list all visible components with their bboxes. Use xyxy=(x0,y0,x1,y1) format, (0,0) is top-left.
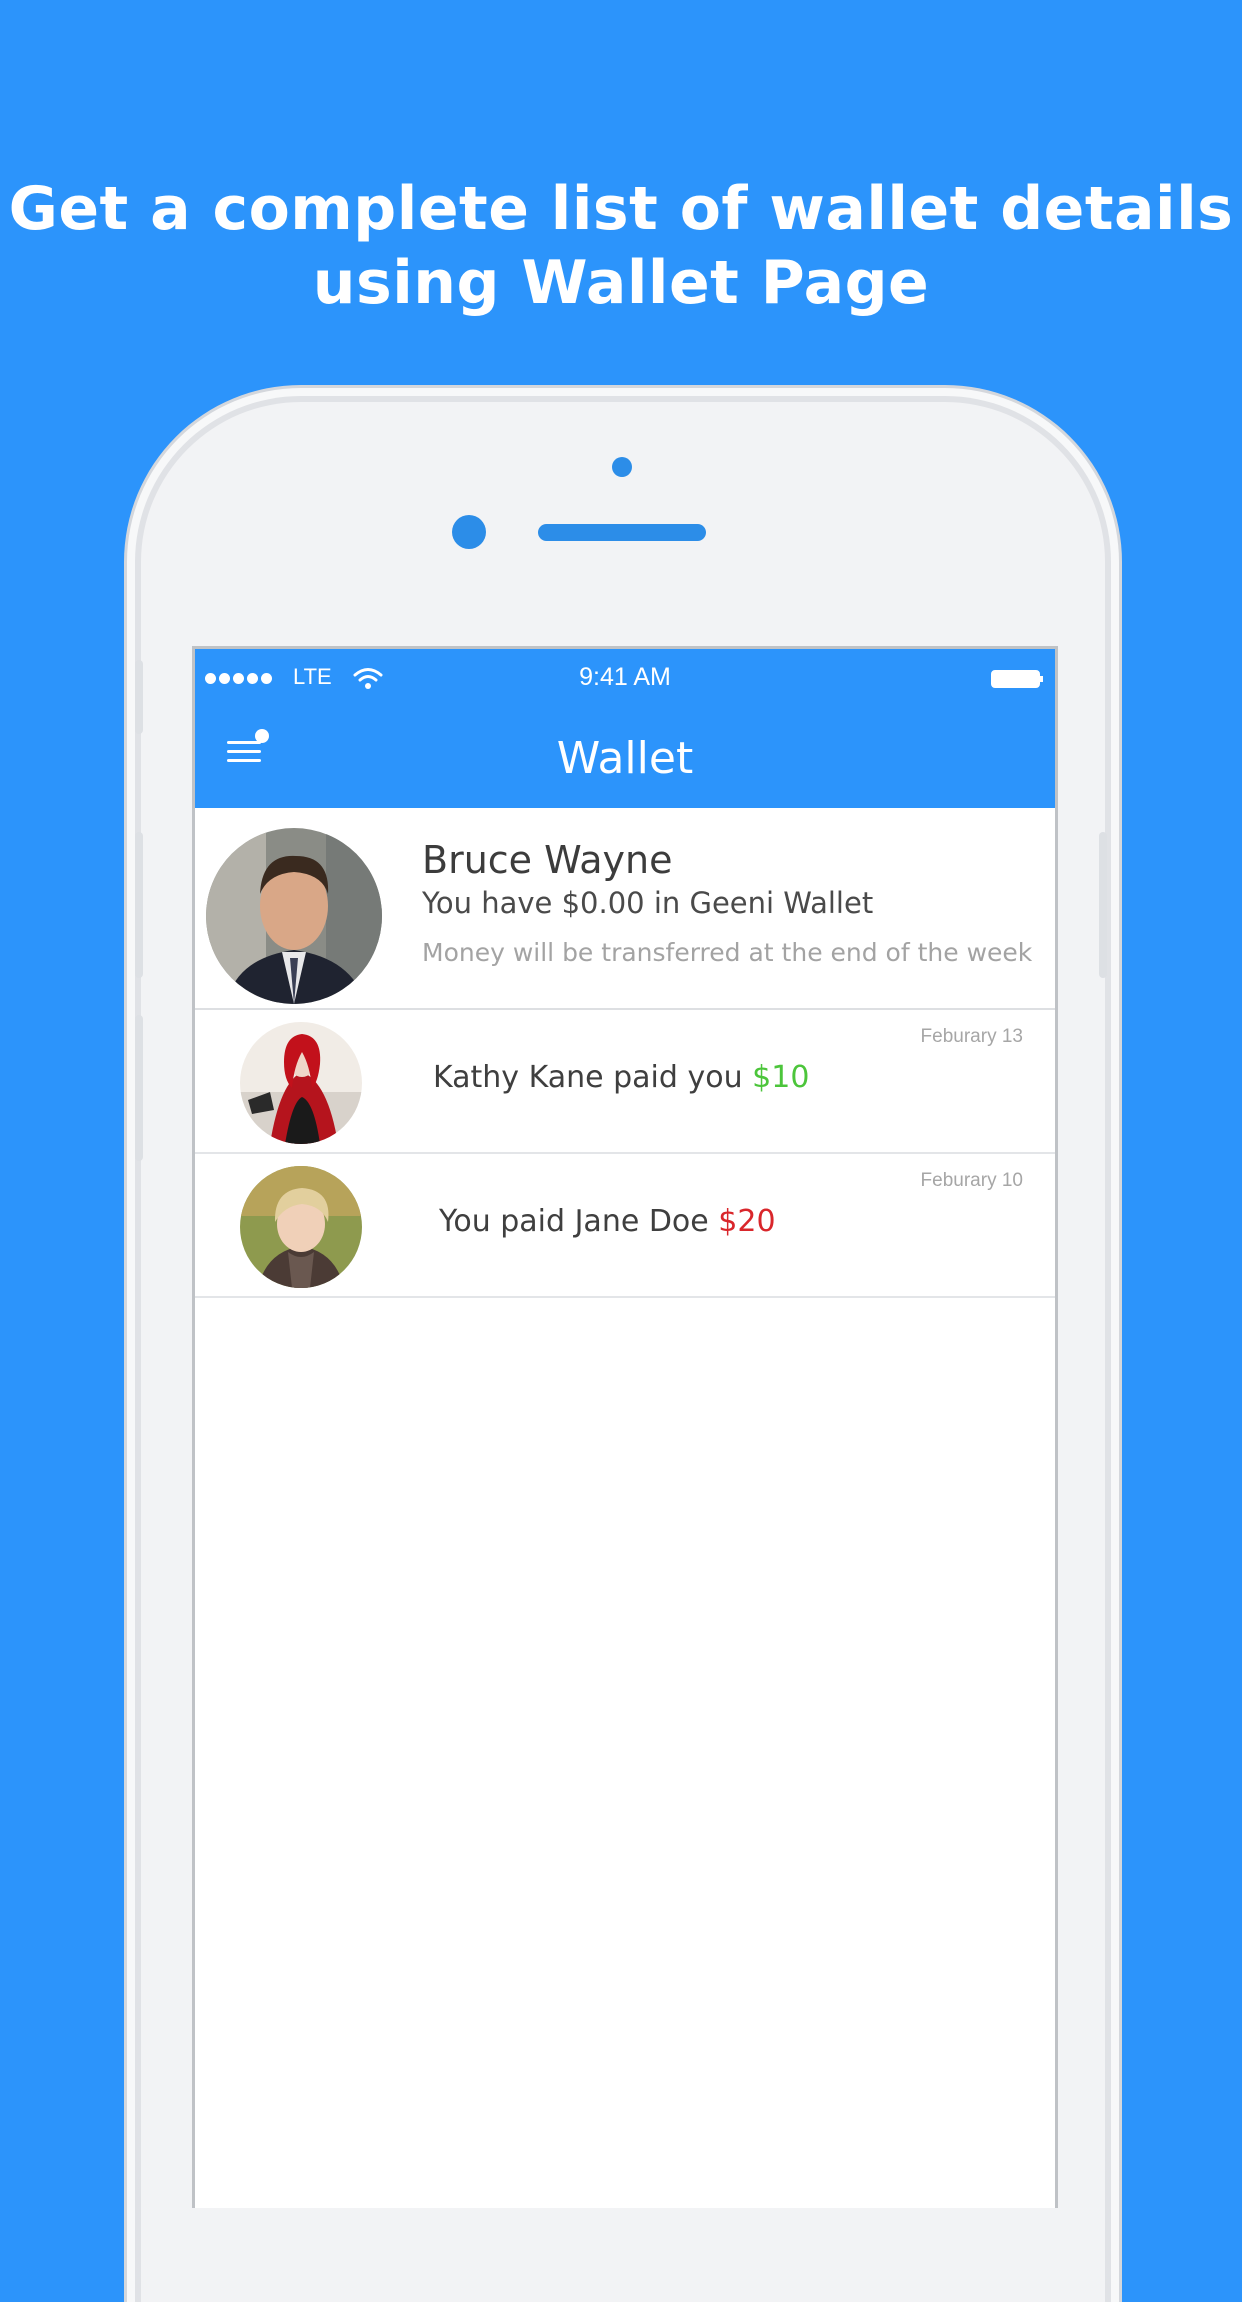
page-title: Wallet xyxy=(556,733,694,784)
wallet-balance: You have $0.00 in Geeni Wallet xyxy=(422,886,874,920)
transfer-note: Money will be transferred at the end of … xyxy=(422,938,1033,967)
transaction-date: Feburary 13 xyxy=(920,1026,1023,1047)
phone-mute-switch xyxy=(135,660,143,734)
earpiece-speaker xyxy=(538,524,706,541)
transaction-amount: $20 xyxy=(718,1204,776,1239)
transaction-row[interactable]: Feburary 10 You paid Jane Doe $20 xyxy=(195,1154,1055,1298)
nav-bar: Wallet xyxy=(195,707,1055,808)
phone-volume-down xyxy=(135,1015,143,1161)
avatar xyxy=(240,1166,362,1288)
transaction-description: You paid Jane Doe xyxy=(439,1204,709,1239)
transaction-text: Kathy Kane paid you $10 xyxy=(433,1060,809,1095)
phone-screen: LTE 9:41 AM Wallet Bruce Wayne You have … xyxy=(192,646,1058,2208)
phone-power-button xyxy=(1099,832,1107,978)
transaction-text: You paid Jane Doe $20 xyxy=(439,1204,776,1239)
avatar xyxy=(240,1022,362,1144)
phone-volume-up xyxy=(135,832,143,978)
headline-line-2: using Wallet Page xyxy=(312,248,930,318)
front-camera xyxy=(452,515,486,549)
transaction-amount: $10 xyxy=(752,1060,810,1095)
status-time: 9:41 AM xyxy=(579,663,671,691)
status-bar: LTE 9:41 AM xyxy=(195,649,1055,707)
transaction-description: Kathy Kane paid you xyxy=(433,1060,743,1095)
proximity-sensor xyxy=(612,457,632,477)
avatar xyxy=(206,828,382,1004)
transaction-row[interactable]: Feburary 13 Kathy Kane paid you $10 xyxy=(195,1010,1055,1154)
profile-name: Bruce Wayne xyxy=(422,838,673,882)
profile-card: Bruce Wayne You have $0.00 in Geeni Wall… xyxy=(195,808,1055,1010)
marketing-headline: Get a complete list of wallet details us… xyxy=(0,172,1242,320)
headline-line-1: Get a complete list of wallet details xyxy=(8,174,1234,244)
transaction-date: Feburary 10 xyxy=(920,1170,1023,1191)
battery-icon xyxy=(991,670,1043,688)
